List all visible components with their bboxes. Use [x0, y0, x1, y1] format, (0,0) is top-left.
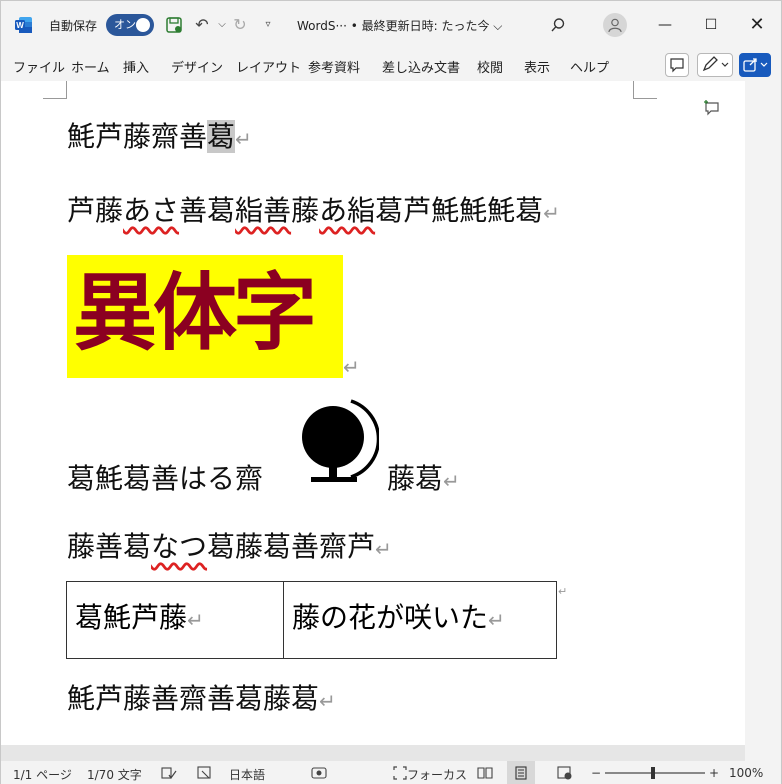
- document-area: 魹芦藤齋善葛↵ 芦藤あさ善葛𥿻善藤あ𥿻葛芦魹魹魹葛↵ 異体字 ↵ 葛魹葛善はる齋: [1, 81, 781, 761]
- ribbon-tabs: ファイル ホーム 挿入 デザイン レイアウト 参考資料 差し込み文書 校閲 表示…: [1, 49, 781, 81]
- paragraph-text: 葛藤葛善齋芦: [207, 530, 376, 563]
- tab-help[interactable]: ヘルプ: [570, 57, 609, 76]
- undo-icon[interactable]: ↶: [191, 14, 213, 36]
- return-mark: ↵: [443, 469, 460, 493]
- paragraph-text: 芦藤: [67, 194, 124, 227]
- paragraph[interactable]: 藤善葛なつ葛藤葛善齋芦↵: [67, 525, 392, 565]
- paragraph[interactable]: 葛魹葛善はる齋: [67, 457, 263, 497]
- paragraph-text: 葛芦魹魹魹葛: [375, 194, 544, 227]
- tab-file[interactable]: ファイル: [13, 57, 65, 76]
- search-icon[interactable]: [547, 14, 569, 36]
- document-table[interactable]: 葛魹芦藤↵ 藤の花が咲いた↵: [66, 581, 557, 659]
- tab-view[interactable]: 表示: [524, 57, 550, 76]
- crop-mark: [633, 81, 657, 99]
- zoom-slider-thumb[interactable]: [651, 767, 655, 779]
- accessibility-icon[interactable]: [197, 766, 213, 783]
- macro-record-icon[interactable]: [311, 766, 327, 783]
- cell-text: 藤の花が咲いた: [292, 601, 489, 634]
- title-bar: W 自動保存 オン ↶ ⌵ ↻ ▿ WordS··· • 最終更新日時: たった…: [1, 1, 781, 49]
- document-page[interactable]: 魹芦藤齋善葛↵ 芦藤あさ善葛𥿻善藤あ𥿻葛芦魹魹魹葛↵ 異体字 ↵ 葛魹葛善はる齋: [1, 81, 745, 745]
- table-cell[interactable]: 葛魹芦藤↵: [67, 582, 284, 658]
- account-icon[interactable]: [603, 13, 627, 37]
- return-mark: ↵: [375, 537, 392, 561]
- cell-text: 葛魹芦藤: [75, 601, 188, 634]
- editing-button[interactable]: [697, 53, 733, 77]
- paragraph-text: 善葛: [179, 194, 236, 227]
- spelling-error-text: なつ: [151, 530, 208, 563]
- spelling-error-text: あさ: [123, 194, 180, 227]
- proofing-icon[interactable]: [161, 766, 177, 783]
- selected-text: 葛: [207, 120, 236, 153]
- autosave-state: オン: [114, 18, 136, 31]
- paragraph-text: 藤葛: [387, 462, 444, 495]
- redo-icon[interactable]: ↻: [229, 14, 251, 36]
- customize-icon[interactable]: ▿: [257, 14, 279, 36]
- paragraph-text: 魹芦藤善齋善葛藤葛: [67, 682, 320, 715]
- comments-button[interactable]: [665, 53, 689, 77]
- zoom-level[interactable]: 100%: [729, 766, 763, 780]
- language-indicator[interactable]: 日本語: [229, 766, 265, 783]
- print-layout-icon[interactable]: [507, 761, 535, 784]
- paragraph[interactable]: 芦藤あさ善葛𥿻善藤あ𥿻葛芦魹魹魹葛↵: [67, 189, 560, 229]
- toggle-knob: [136, 18, 150, 32]
- svg-text:W: W: [16, 21, 24, 30]
- save-icon[interactable]: [163, 14, 185, 36]
- comment-icon: [670, 58, 684, 73]
- vertical-scrollbar[interactable]: [745, 81, 781, 761]
- paragraph[interactable]: 藤葛↵: [387, 457, 460, 497]
- tab-review[interactable]: 校閲: [477, 57, 503, 76]
- zoom-in-button[interactable]: +: [709, 766, 719, 780]
- tab-design[interactable]: デザイン: [171, 57, 223, 76]
- new-comment-icon[interactable]: [703, 99, 721, 117]
- share-button[interactable]: [739, 53, 771, 77]
- autosave-toggle[interactable]: オン: [106, 14, 154, 36]
- itaiji-banner-image[interactable]: 異体字: [67, 255, 343, 378]
- tab-mailings[interactable]: 差し込み文書: [382, 57, 460, 76]
- zoom-slider[interactable]: [605, 772, 705, 774]
- word-logo-icon: W: [15, 17, 32, 33]
- status-bar: 1/1 ページ 1/70 文字 日本語 フォーカス − + 100%: [1, 761, 781, 784]
- return-mark: ↵: [319, 689, 336, 713]
- word-window: W 自動保存 オン ↶ ⌵ ↻ ▿ WordS··· • 最終更新日時: たった…: [0, 0, 782, 784]
- spelling-error-text: あ𥿻: [319, 194, 376, 227]
- banner-text: 異体字: [73, 264, 317, 362]
- close-icon[interactable]: ✕: [745, 13, 769, 37]
- share-icon: [743, 58, 768, 72]
- return-mark: ↵: [187, 608, 204, 632]
- autosave-label: 自動保存: [49, 19, 98, 33]
- return-mark: ↵: [488, 608, 505, 632]
- tab-references[interactable]: 参考資料: [308, 57, 360, 76]
- paragraph-text: 葛魹葛善はる齋: [67, 462, 264, 495]
- focus-mode-button[interactable]: フォーカス: [407, 766, 467, 783]
- return-mark: ↵: [235, 127, 252, 151]
- end-of-row-mark: ↵: [558, 585, 568, 598]
- return-mark: ↵: [343, 355, 360, 379]
- word-count[interactable]: 1/70 文字: [87, 766, 142, 783]
- maximize-icon[interactable]: ☐: [699, 13, 723, 37]
- return-mark: ↵: [543, 201, 560, 225]
- tab-layout[interactable]: レイアウト: [236, 57, 301, 76]
- tab-home[interactable]: ホーム: [71, 57, 110, 76]
- paragraph-text: 藤善葛: [67, 530, 152, 563]
- crop-mark: [43, 81, 67, 99]
- paragraph-text: 藤: [291, 194, 320, 227]
- tab-insert[interactable]: 挿入: [123, 57, 149, 76]
- pencil-icon: [702, 56, 729, 72]
- web-layout-icon[interactable]: [557, 766, 573, 783]
- spelling-error-text: 𥿻善: [235, 194, 292, 227]
- paragraph-text: 魹芦藤齋善: [67, 120, 208, 153]
- table-cell[interactable]: 藤の花が咲いた↵: [284, 582, 556, 658]
- read-mode-icon[interactable]: [477, 766, 493, 783]
- paragraph[interactable]: 魹芦藤善齋善葛藤葛↵: [67, 677, 336, 717]
- globe-icon[interactable]: [299, 397, 379, 489]
- focus-icon[interactable]: [393, 766, 407, 783]
- page-count[interactable]: 1/1 ページ: [13, 766, 72, 783]
- document-title[interactable]: WordS··· • 最終更新日時: たった今 ⌵: [297, 17, 502, 34]
- paragraph[interactable]: 魹芦藤齋善葛↵: [67, 115, 252, 155]
- zoom-out-button[interactable]: −: [591, 766, 601, 780]
- minimize-icon[interactable]: —: [653, 13, 677, 37]
